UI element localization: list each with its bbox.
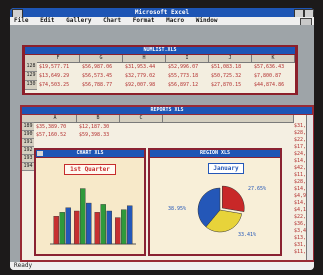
cell[interactable]: $13,649.29 bbox=[39, 73, 79, 79]
chart-label-box: 1st Quarter bbox=[64, 164, 116, 175]
app-title-bar: Microsoft Excel bbox=[10, 8, 314, 17]
column-header[interactable]: K bbox=[252, 55, 295, 63]
bar-3-3 bbox=[106, 210, 112, 245]
bar-1-1 bbox=[53, 216, 59, 245]
menu-window[interactable]: Window bbox=[196, 17, 218, 24]
row-header[interactable]: 194 bbox=[22, 163, 34, 171]
chart-area: 1st Quarter bbox=[36, 158, 144, 254]
cell[interactable]: $74,503.25 bbox=[39, 82, 79, 88]
chart-window-title: CHART XLS bbox=[76, 150, 104, 156]
cell[interactable]: $57,160.52 bbox=[36, 132, 76, 138]
cell[interactable]: $56,573.45 bbox=[82, 73, 122, 79]
menu-gallery[interactable]: Gallery bbox=[66, 17, 91, 24]
cell[interactable]: $57,636.43 bbox=[254, 64, 294, 70]
cell[interactable]: $92,007.98 bbox=[125, 82, 165, 88]
status-bar: Ready bbox=[10, 262, 314, 270]
cell[interactable]: $51,083.18 bbox=[211, 64, 251, 70]
pie-label-1: 27.65% bbox=[248, 186, 266, 192]
reports-title-bar: REPORTS XLS bbox=[22, 107, 312, 114]
bar-2-1 bbox=[74, 210, 80, 245]
bar-chart bbox=[50, 188, 136, 245]
column-header[interactable]: F bbox=[37, 55, 80, 63]
column-header[interactable]: H bbox=[123, 55, 166, 63]
column-header[interactable]: G bbox=[80, 55, 123, 63]
pie-label-2: 33.41% bbox=[238, 232, 256, 238]
row-header[interactable]: 190 bbox=[22, 131, 34, 139]
row-header[interactable]: 189 bbox=[22, 123, 34, 131]
bar-4-1 bbox=[115, 217, 121, 245]
row-header[interactable]: 129 bbox=[25, 72, 37, 81]
cell[interactable]: $32,779.02 bbox=[125, 73, 165, 79]
bar-2-2 bbox=[80, 188, 86, 245]
row-header[interactable]: 192 bbox=[22, 147, 34, 155]
column-header[interactable]: I bbox=[166, 55, 209, 63]
cell[interactable]: $59,398.33 bbox=[79, 132, 119, 138]
row-header[interactable]: 193 bbox=[22, 155, 34, 163]
cell[interactable]: $56,987.06 bbox=[82, 64, 122, 70]
pie-slice-1 bbox=[222, 185, 245, 212]
app-title: Microsoft Excel bbox=[134, 9, 190, 16]
cell[interactable]: $52,996.07 bbox=[168, 64, 208, 70]
numlist-grid: F G H I J K 128 $19,577.71 $56,987.06 $3… bbox=[25, 55, 295, 93]
cell[interactable]: $55,773.18 bbox=[168, 73, 208, 79]
status-text: Ready bbox=[14, 262, 33, 269]
column-header[interactable]: B bbox=[77, 115, 120, 123]
menu-format[interactable]: Format bbox=[133, 17, 155, 24]
chart-close-icon[interactable] bbox=[37, 151, 43, 156]
region-chart-area: January 27.65% 33.41% 38.95% bbox=[150, 158, 280, 254]
bar-3-1 bbox=[94, 212, 100, 245]
cell[interactable]: $44,874.86 bbox=[254, 82, 294, 88]
row-header[interactable]: 128 bbox=[25, 63, 37, 72]
bar-1-3 bbox=[65, 207, 71, 245]
pie-label-3: 38.95% bbox=[168, 206, 186, 212]
excel-window: Microsoft Excel File Edit Gallery Chart … bbox=[10, 8, 314, 270]
bar-3-2 bbox=[100, 204, 106, 245]
row-header[interactable]: 191 bbox=[22, 139, 34, 147]
column-header[interactable]: C bbox=[120, 115, 163, 123]
menu-file[interactable]: File bbox=[14, 17, 28, 24]
menu-bar: File Edit Gallery Chart Format Macro Win… bbox=[10, 17, 314, 25]
region-title-bar: REGION XLS bbox=[150, 150, 280, 157]
reports-title: REPORTS XLS bbox=[150, 107, 184, 113]
corner-cell bbox=[22, 115, 34, 123]
cell[interactable]: $35,389.70 bbox=[36, 124, 76, 130]
cell[interactable]: $19,577.71 bbox=[39, 64, 79, 70]
chart-title-bar: CHART XLS bbox=[36, 150, 144, 157]
cell[interactable]: $50,725.32 bbox=[211, 73, 251, 79]
column-header[interactable] bbox=[163, 115, 294, 123]
menu-edit[interactable]: Edit bbox=[40, 17, 54, 24]
bar-4-3 bbox=[127, 205, 133, 245]
region-window-title: REGION XLS bbox=[199, 150, 231, 156]
region-label: January bbox=[213, 165, 239, 172]
cell[interactable]: $56,897.12 bbox=[168, 82, 208, 88]
cell[interactable]: $56,788.77 bbox=[82, 82, 122, 88]
cell[interactable]: $31,953.44 bbox=[125, 64, 165, 70]
column-header[interactable]: A bbox=[34, 115, 77, 123]
menu-macro[interactable]: Macro bbox=[166, 17, 184, 24]
cell[interactable]: $27,870.15 bbox=[211, 82, 251, 88]
chart-label: 1st Quarter bbox=[70, 166, 110, 173]
bar-4-2 bbox=[121, 209, 127, 245]
row-header[interactable]: 130 bbox=[25, 81, 37, 90]
numlist-title: NUMLIST.XLS bbox=[143, 47, 177, 53]
photo-of-monitor: Microsoft Excel File Edit Gallery Chart … bbox=[0, 0, 323, 275]
cell[interactable]: $7,800.87 bbox=[254, 73, 294, 79]
column-header[interactable]: J bbox=[209, 55, 252, 63]
bar-1-2 bbox=[59, 212, 65, 245]
bar-2-3 bbox=[86, 202, 92, 245]
menu-chart[interactable]: Chart bbox=[103, 17, 121, 24]
pie-chart: 27.65% 33.41% 38.95% bbox=[168, 185, 266, 238]
reports-vertical-scrollbar[interactable] bbox=[306, 115, 313, 260]
numlist-title-bar: NUMLIST.XLS bbox=[25, 47, 295, 54]
cell[interactable]: $12,187.30 bbox=[79, 124, 119, 130]
